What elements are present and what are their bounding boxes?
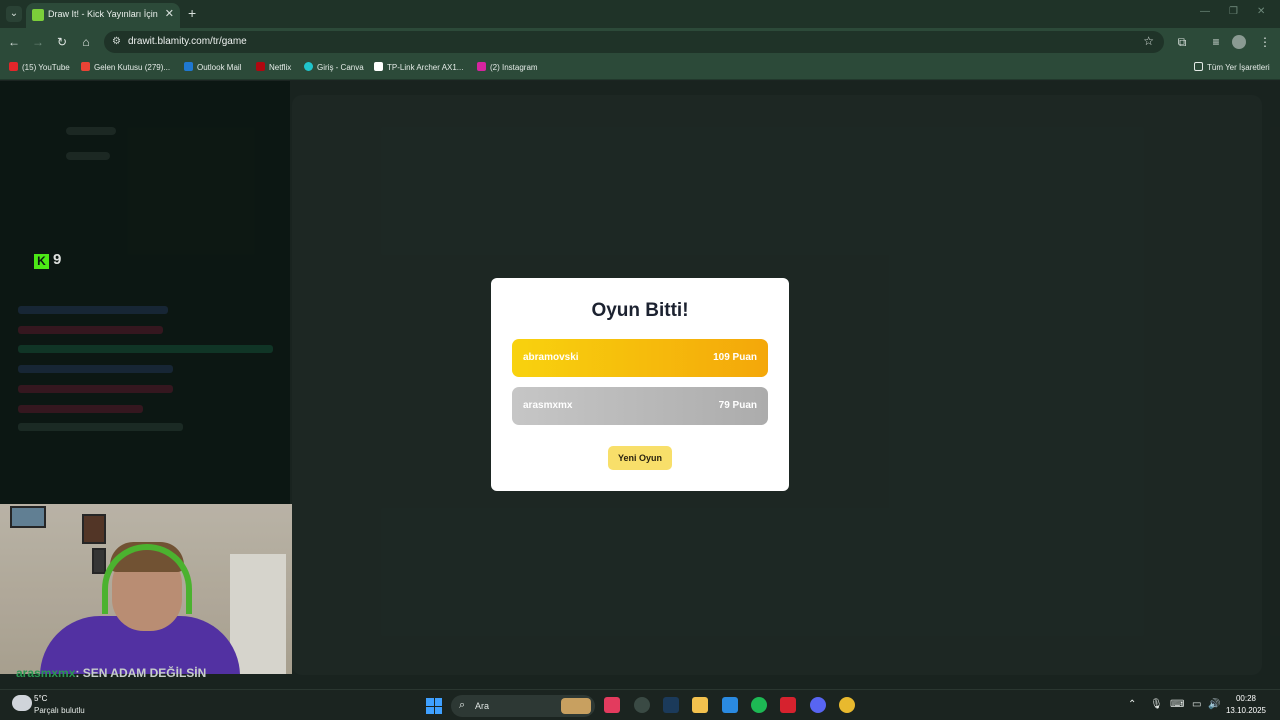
window-close-icon[interactable]: ✕	[1257, 6, 1265, 17]
minimize-icon[interactable]: —	[1200, 6, 1210, 17]
all-bookmarks[interactable]: Tüm Yer İşaretleri	[1194, 62, 1270, 72]
bookmark-star-icon[interactable]: ☆	[1143, 34, 1154, 48]
instagram-icon	[477, 62, 486, 71]
score-row-second: arasmxmx 79 Puan	[512, 387, 768, 425]
canva-icon	[304, 62, 313, 71]
score-row-winner: abramovski 109 Puan	[512, 339, 768, 377]
drawit-favicon-icon	[32, 9, 44, 21]
menu-icon[interactable]: ⋮	[1257, 34, 1273, 50]
vscode-icon[interactable]	[722, 697, 738, 713]
obs-icon[interactable]	[634, 697, 650, 713]
outlook-icon	[184, 62, 193, 71]
player-points: 109 Puan	[713, 352, 757, 363]
browser-toolbar: ← → ↻ ⌂ ⚙ drawit.blamity.com/tr/game ☆ ⧉…	[0, 28, 1280, 56]
gmail-icon	[81, 62, 90, 71]
maximize-icon[interactable]: ❐	[1229, 6, 1238, 17]
tab-strip: ⌄ Draw It! - Kick Yayınları İçin Çizi ✕ …	[0, 0, 1280, 28]
modal-title: Oyun Bitti!	[591, 300, 689, 321]
netflix-icon	[256, 62, 265, 71]
taskbar-search[interactable]: ⌕ Ara	[451, 695, 595, 717]
home-icon[interactable]: ⌂	[78, 34, 94, 50]
tab-close-icon[interactable]: ✕	[165, 7, 174, 20]
bookmark-canva[interactable]: Giriş - Canva	[304, 62, 364, 72]
microphone-icon[interactable]: 🎙	[1150, 699, 1163, 710]
player-points: 79 Puan	[718, 400, 757, 411]
game-over-modal: Oyun Bitti! abramovski 109 Puan arasmxmx…	[491, 278, 789, 491]
discord-icon[interactable]	[810, 697, 826, 713]
extensions-icon[interactable]: ⧉	[1174, 34, 1190, 50]
windows-taskbar: 5°C Parçalı bulutlu ⌕ Ara ⌃ 🎙 ⌨ ▭ 🔊 00:2…	[0, 689, 1280, 720]
url-text: drawit.blamity.com/tr/game	[128, 36, 247, 47]
bookmark-gmail[interactable]: Gelen Kutusu (279)...	[81, 62, 170, 72]
bookmarks-bar: (15) YouTube Gelen Kutusu (279)... Outlo…	[0, 56, 1280, 80]
site-info-icon[interactable]: ⚙	[112, 36, 121, 47]
new-game-button[interactable]: Yeni Oyun	[608, 446, 672, 470]
volume-icon[interactable]: 🔊	[1208, 699, 1220, 710]
bookmark-netflix[interactable]: Netflix	[256, 62, 291, 72]
tray-chevron-icon[interactable]: ⌃	[1128, 699, 1136, 710]
search-label: Ara	[475, 701, 490, 711]
tiktok-icon[interactable]	[604, 697, 620, 713]
new-tab-icon[interactable]: +	[188, 5, 196, 21]
app-icon[interactable]	[780, 697, 796, 713]
bookmark-tplink[interactable]: TP-Link Archer AX1...	[374, 62, 463, 72]
clock-date[interactable]: 13.10.2025	[1226, 706, 1266, 715]
player-name: abramovski	[523, 352, 579, 363]
reading-list-icon[interactable]: ≡	[1208, 34, 1224, 50]
forward-icon[interactable]: →	[30, 34, 46, 50]
start-icon[interactable]	[426, 698, 442, 714]
weather-description[interactable]: Parçalı bulutlu	[34, 706, 85, 715]
weather-temperature[interactable]: 5°C	[34, 694, 47, 703]
amazon-icon	[374, 62, 383, 71]
tab-drawit[interactable]: Draw It! - Kick Yayınları İçin Çizi ✕	[26, 3, 180, 28]
game-page: K9 arasmxmx: SEN ADAM DEĞİLSİN Oyun Bitt…	[0, 81, 1280, 689]
tab-title: Draw It! - Kick Yayınları İçin Çizi	[48, 9, 160, 19]
spotify-icon[interactable]	[751, 697, 767, 713]
player-name: arasmxmx	[523, 400, 573, 411]
folder-icon	[1194, 62, 1203, 71]
bookmark-outlook[interactable]: Outlook Mail	[184, 62, 241, 72]
search-highlight-icon	[561, 698, 591, 714]
back-icon[interactable]: ←	[6, 34, 22, 50]
file-explorer-icon[interactable]	[692, 697, 708, 713]
search-icon: ⌕	[459, 699, 466, 711]
profile-avatar[interactable]	[1232, 35, 1246, 49]
clock-time[interactable]: 00:28	[1236, 694, 1256, 703]
tab-search-icon[interactable]: ⌄	[6, 6, 22, 22]
bookmark-instagram[interactable]: (2) Instagram	[477, 62, 538, 72]
bookmark-youtube[interactable]: (15) YouTube	[9, 62, 70, 72]
weather-icon[interactable]	[12, 695, 32, 711]
youtube-icon	[9, 62, 18, 71]
keyboard-icon[interactable]: ⌨	[1170, 699, 1184, 710]
steam-icon[interactable]	[663, 697, 679, 713]
network-icon[interactable]: ▭	[1192, 699, 1201, 710]
address-bar[interactable]: ⚙ drawit.blamity.com/tr/game ☆	[104, 31, 1164, 53]
reload-icon[interactable]: ↻	[54, 34, 70, 50]
chrome-icon[interactable]	[839, 697, 855, 713]
